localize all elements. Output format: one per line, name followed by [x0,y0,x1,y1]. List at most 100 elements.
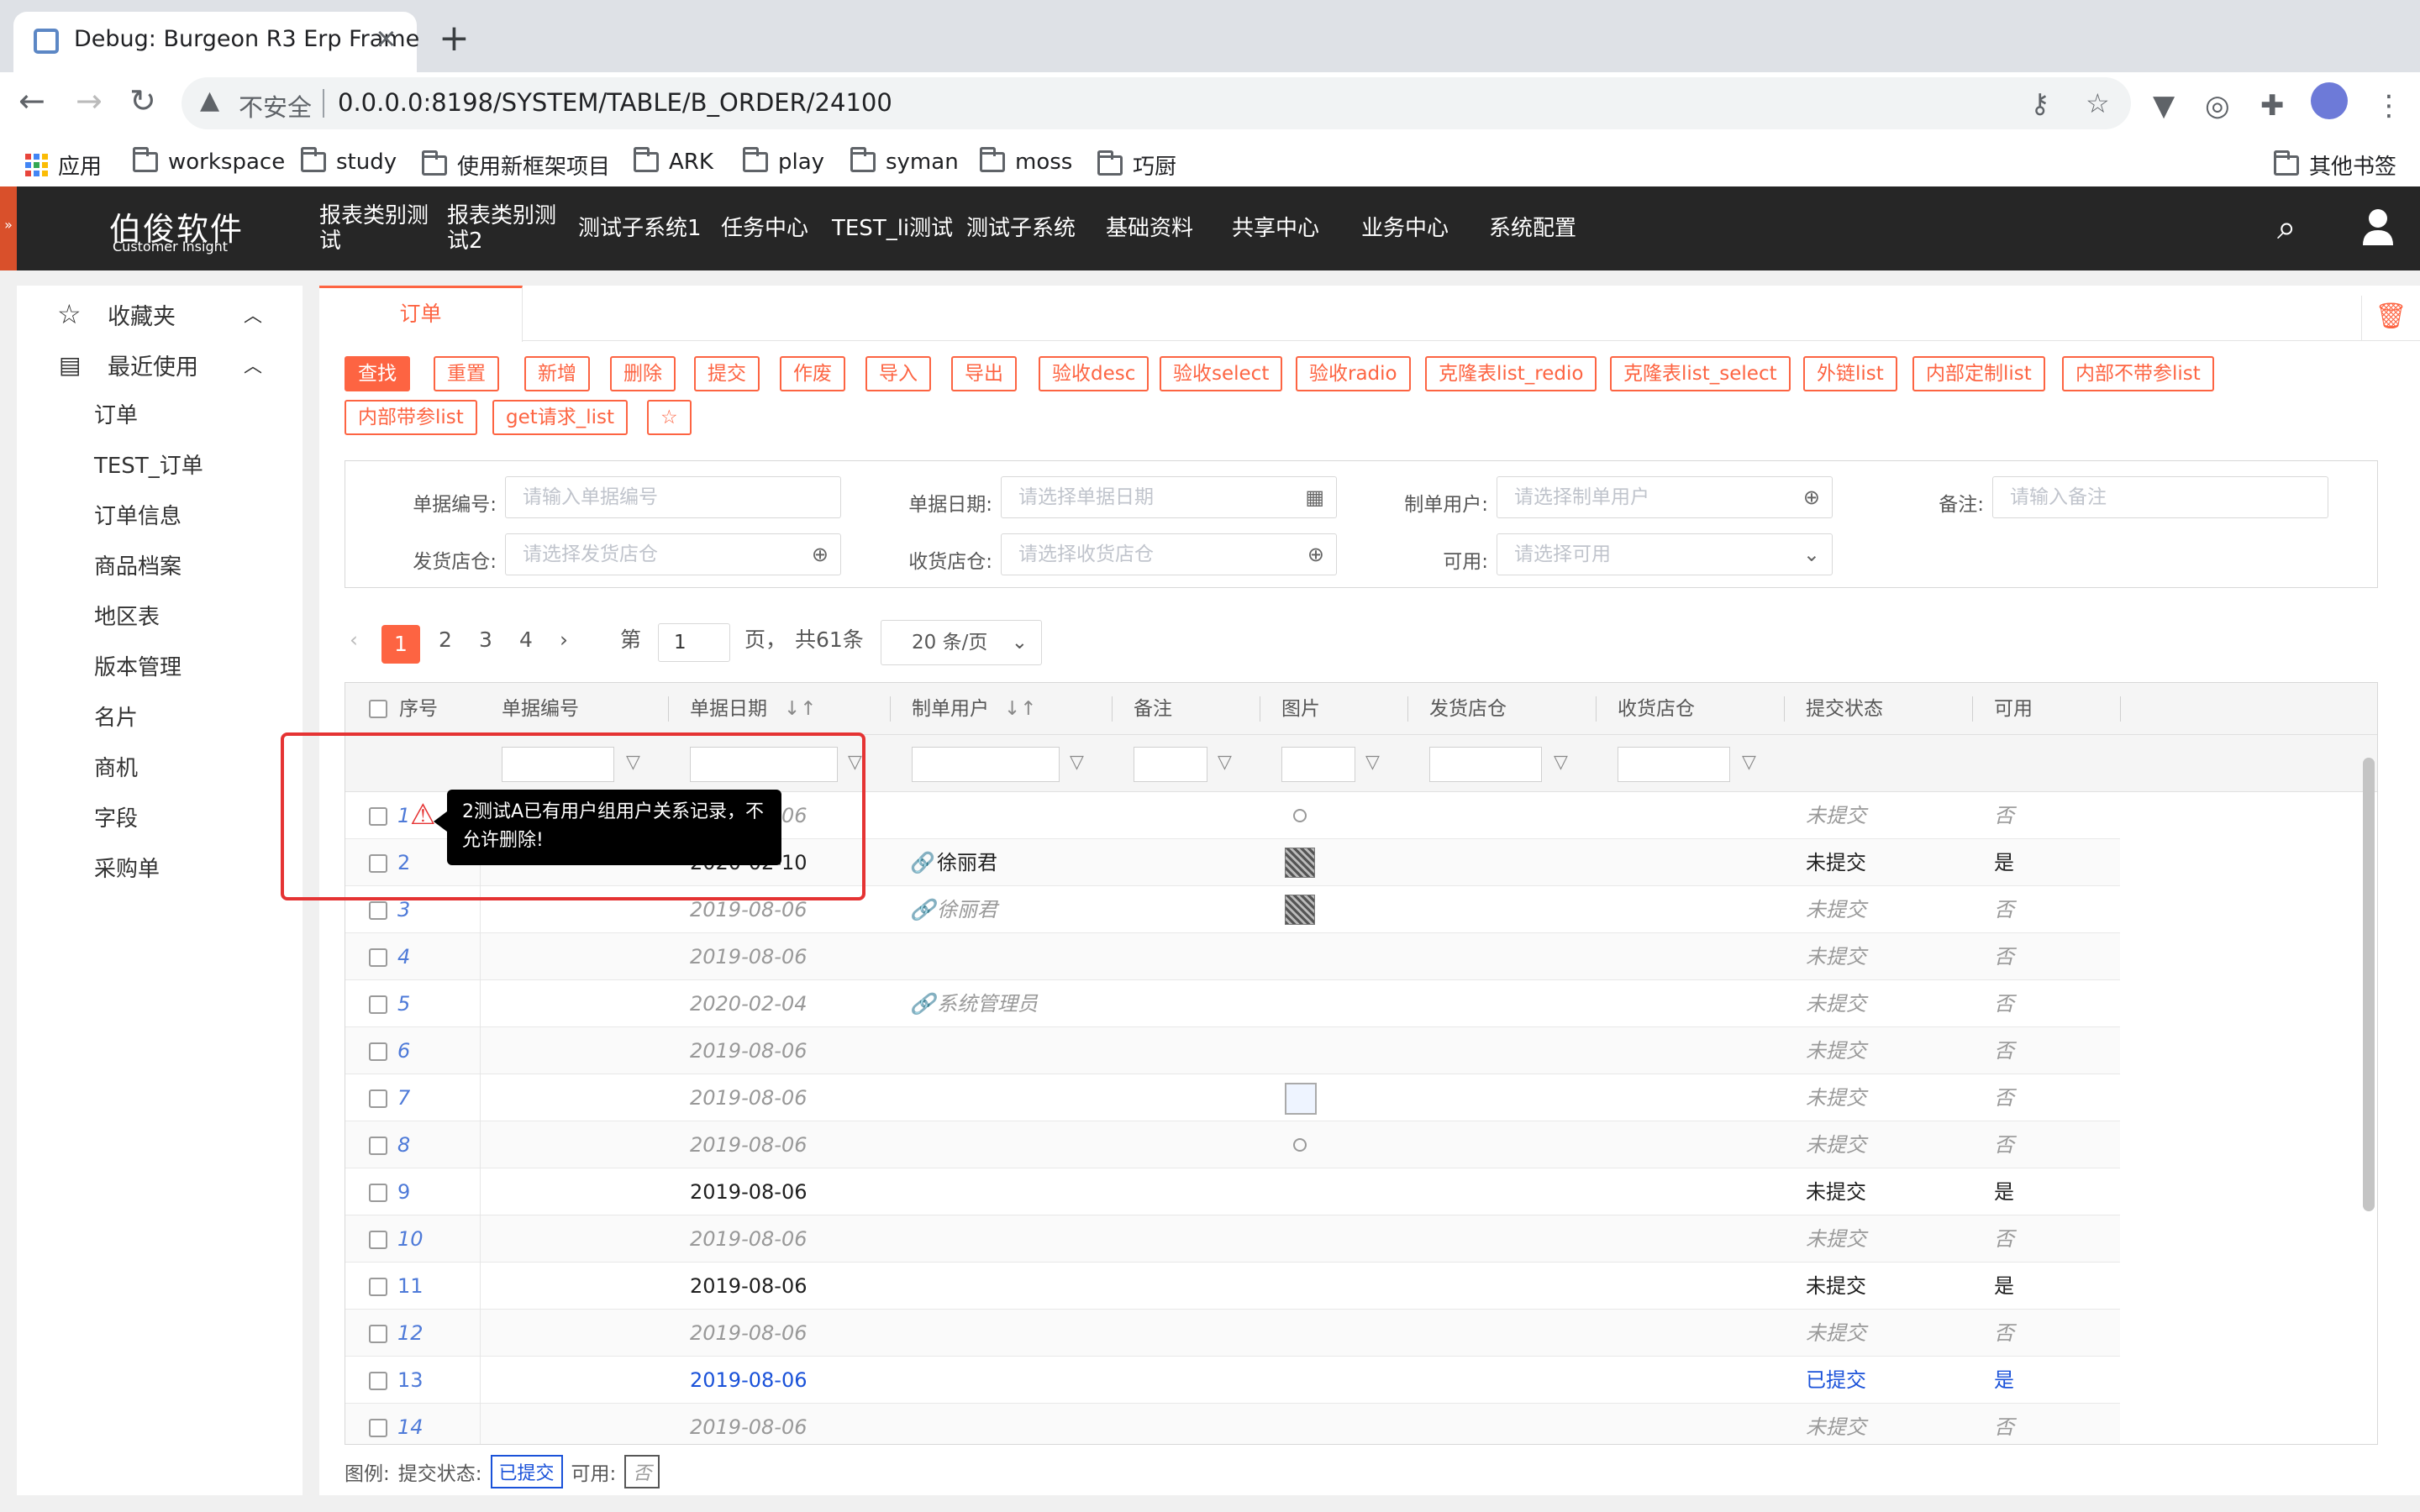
table-row[interactable]: 7 2019-08-06 未提交 否 [345,1074,2120,1121]
import-button[interactable]: 导入 [865,356,931,391]
sidebar-recent[interactable]: ▤ 最近使用 ︿ [17,341,302,388]
col-image[interactable]: 图片 [1281,683,1320,735]
bookmark-ark[interactable]: ARK [634,147,713,175]
user-input[interactable]: 请选择制单用户 ⊕ [1497,476,1833,518]
grid-scrollbar[interactable] [2363,758,2375,1211]
extension-icon[interactable]: ◎ [2205,89,2230,123]
chevron-up-icon[interactable]: ︿ [244,351,262,378]
nav-item[interactable]: 报表类别测试 [319,186,434,270]
row-index[interactable]: 13 [397,1357,424,1404]
col-remark[interactable]: 备注 [1134,683,1172,735]
submit-button[interactable]: 提交 [694,356,760,391]
add-button[interactable]: 新增 [524,356,590,391]
bookmark-new-framework[interactable]: 使用新框架项目 [422,150,610,181]
filter-icon[interactable]: ▽ [1554,752,1568,773]
sidebar-item-product[interactable]: 商品档案 [94,549,182,580]
table-row[interactable]: 10 2019-08-06 未提交 否 [345,1215,2120,1263]
col-recv-store[interactable]: 收货店仓 [1618,683,1695,735]
sidebar-item-field[interactable]: 字段 [94,801,138,832]
user-icon[interactable] [2361,207,2395,249]
filter-icon[interactable]: ▽ [1218,752,1232,773]
filter-icon[interactable]: ▽ [1742,752,1756,773]
search-button[interactable]: 查找 [345,356,410,391]
select-all-checkbox[interactable] [369,700,387,718]
favorite-star-button[interactable]: ☆ [647,400,692,435]
vue-extension-icon[interactable]: ▼ [2153,89,2175,123]
row-checkbox[interactable] [369,1089,387,1108]
col-ship-store[interactable]: 发货店仓 [1429,683,1507,735]
row-index[interactable]: 9 [397,1168,410,1215]
col-status[interactable]: 提交状态 [1806,683,1883,735]
bookmark-syman[interactable]: syman [850,147,959,175]
date-input[interactable]: 请选择单据日期 ▦ [1001,476,1337,518]
bookmark-workspace[interactable]: workspace [133,147,285,175]
sidebar-item-opportunity[interactable]: 商机 [94,751,138,782]
nav-item[interactable]: 测试子系统 [966,186,1076,270]
link-icon[interactable]: 🔗 [910,886,935,933]
page-1[interactable]: 1 [381,625,420,664]
sidebar-item-card[interactable]: 名片 [94,701,138,732]
zoom-search-icon[interactable]: ⊕ [1307,534,1324,575]
zoom-search-icon[interactable]: ⊕ [812,534,829,575]
row-checkbox[interactable] [369,901,387,920]
close-tab-icon[interactable]: × [375,22,397,54]
bookmark-play[interactable]: play [743,147,824,175]
row-checkbox[interactable] [369,1278,387,1296]
row-checkbox[interactable] [369,1042,387,1061]
table-row[interactable]: 6 2019-08-06 未提交 否 [345,1027,2120,1074]
row-checkbox[interactable] [369,995,387,1014]
row-checkbox[interactable] [369,1325,387,1343]
back-arrow-icon[interactable]: ← [18,82,45,119]
row-checkbox[interactable] [369,1137,387,1155]
row-user[interactable]: 徐丽君 [937,839,997,886]
forward-arrow-icon[interactable]: → [76,82,103,119]
user-filter-input[interactable] [912,747,1060,782]
url-text[interactable]: 0.0.0.0:8198/SYSTEM/TABLE/B_ORDER/24100 [338,88,892,117]
link-icon[interactable]: 🔗 [910,980,935,1027]
browser-tab[interactable]: Debug: Burgeon R3 Erp Frame × [13,12,419,72]
image-filter-input[interactable] [1281,747,1355,782]
remark-filter-input[interactable] [1134,747,1207,782]
table-row[interactable]: 4 2019-08-06 未提交 否 [345,933,2120,980]
check-desc-button[interactable]: 验收desc [1039,356,1150,391]
get-request-button[interactable]: get请求_list [492,400,629,435]
void-button[interactable]: 作废 [780,356,845,391]
row-index[interactable]: 11 [397,1263,424,1310]
table-row[interactable]: 12 2019-08-06 未提交 否 [345,1310,2120,1357]
page-size-select[interactable]: 20 条/页 ⌄ [881,620,1042,665]
table-row[interactable]: 9 2019-08-06 未提交 是 [345,1168,2120,1215]
bookmark-apps[interactable]: 应用 [25,150,102,181]
nav-item[interactable]: 测试子系统1 [578,186,702,270]
row-checkbox[interactable] [369,1372,387,1390]
nav-item[interactable]: TEST_li测试 [832,186,953,270]
recv-store-input[interactable]: 请选择收货店仓 ⊕ [1001,533,1337,575]
available-select[interactable]: 请选择可用 ⌄ [1497,533,1833,575]
image-thumbnail[interactable] [1293,1138,1307,1152]
col-date[interactable]: 单据日期 [690,683,767,735]
more-menu-icon[interactable]: ⋮ [2375,89,2403,123]
qr-thumbnail[interactable] [1285,895,1315,925]
sort-icon[interactable]: ↓↑ [1004,683,1037,735]
key-icon[interactable]: ⚷ [2030,87,2049,119]
sidebar-favorites[interactable]: ☆ 收藏夹 ︿ [17,291,302,338]
row-index[interactable]: 6 [397,1027,410,1074]
table-row[interactable]: 8 2019-08-06 未提交 否 [345,1121,2120,1168]
prev-page-icon[interactable]: ‹ [350,620,358,660]
new-tab-icon[interactable]: + [439,20,470,57]
trash-icon[interactable]: 🗑 [2361,296,2420,341]
page-4[interactable]: 4 [519,620,533,660]
sidebar-item-region[interactable]: 地区表 [94,600,160,631]
page-2[interactable]: 2 [439,620,452,660]
goto-page-input[interactable]: 1 [658,623,730,662]
recv-filter-input[interactable] [1618,747,1730,782]
delete-button[interactable]: 删除 [610,356,676,391]
row-user[interactable]: 系统管理员 [937,980,1038,1027]
calendar-icon[interactable]: ▦ [1305,477,1324,517]
sidebar-item-version[interactable]: 版本管理 [94,650,182,681]
table-row[interactable]: 13 2019-08-06 已提交 是 [345,1357,2120,1404]
bookmark-study[interactable]: study [301,147,397,175]
internal-param-button[interactable]: 内部带参list [345,400,477,435]
chevron-down-icon[interactable]: ⌄ [1803,534,1820,575]
nav-item[interactable]: 业务中心 [1361,186,1449,270]
order-no-input[interactable]: 请输入单据编号 [505,476,841,518]
